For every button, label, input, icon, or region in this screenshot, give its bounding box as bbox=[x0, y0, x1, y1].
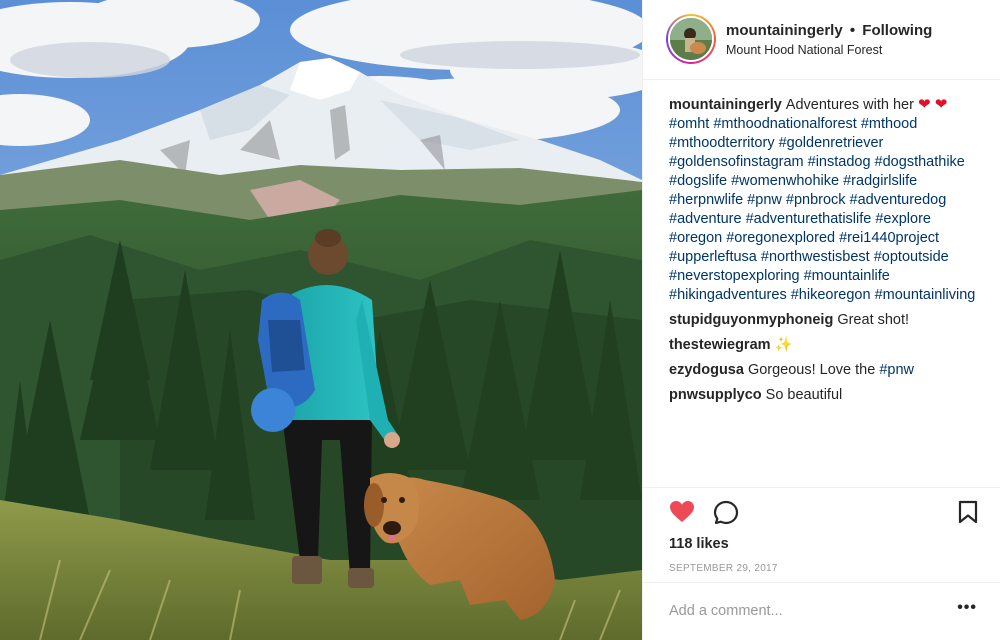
avatar[interactable] bbox=[666, 14, 716, 64]
comment-username[interactable]: ezydogusa bbox=[669, 362, 744, 378]
heart-emoji: ❤ ❤ bbox=[917, 96, 948, 113]
post-header: mountainingerly • Following Mount Hood N… bbox=[643, 0, 1000, 80]
separator-dot: • bbox=[849, 22, 856, 39]
caption-text: Adventures with her bbox=[785, 97, 914, 113]
comment-text: Gorgeous! Love the bbox=[747, 362, 876, 378]
post-photo[interactable] bbox=[0, 0, 642, 640]
comment-username[interactable]: stupidguyonmyphoneig bbox=[669, 312, 833, 328]
comment-item: pnwsupplyco So beautiful bbox=[669, 386, 987, 405]
follow-button[interactable]: Following bbox=[862, 22, 932, 39]
add-comment-bar: ••• bbox=[643, 582, 1000, 640]
comment-text: So beautiful bbox=[765, 387, 843, 403]
bookmark-icon[interactable] bbox=[957, 500, 979, 529]
caption: mountainingerly Adventures with her ❤ ❤ #… bbox=[669, 95, 987, 305]
comment-item: stupidguyonmyphoneig Great shot! bbox=[669, 311, 987, 330]
comment-hashtag[interactable]: #pnw bbox=[879, 362, 914, 378]
comments-list: mountainingerly Adventures with her ❤ ❤ #… bbox=[669, 95, 987, 411]
post-date[interactable]: September 29, 2017 bbox=[669, 563, 778, 574]
comment-item: ezydogusa Gorgeous! Love the #pnw bbox=[669, 361, 987, 380]
sparkles-emoji: ✨ bbox=[774, 337, 793, 353]
comment-text: Great shot! bbox=[837, 312, 910, 328]
likes-count[interactable]: 118 likes bbox=[669, 536, 729, 552]
comment-username[interactable]: pnwsupplyco bbox=[669, 387, 762, 403]
comment-item: thestewiegram ✨ bbox=[669, 336, 987, 355]
caption-username[interactable]: mountainingerly bbox=[669, 97, 782, 113]
comment-username[interactable]: thestewiegram bbox=[669, 337, 771, 353]
username-link[interactable]: mountainingerly bbox=[726, 22, 843, 39]
comment-input[interactable] bbox=[669, 603, 929, 619]
caption-hashtags[interactable]: #omht #mthoodnationalforest #mthood #mth… bbox=[669, 116, 975, 303]
heart-filled-icon[interactable] bbox=[669, 500, 695, 529]
comment-bubble-icon[interactable] bbox=[713, 500, 739, 531]
location-link[interactable]: Mount Hood National Forest bbox=[726, 43, 882, 57]
more-options-icon[interactable]: ••• bbox=[957, 599, 977, 617]
post-image bbox=[0, 0, 642, 640]
post-sidebar: mountainingerly • Following Mount Hood N… bbox=[642, 0, 1000, 640]
avatar-image bbox=[670, 18, 712, 60]
